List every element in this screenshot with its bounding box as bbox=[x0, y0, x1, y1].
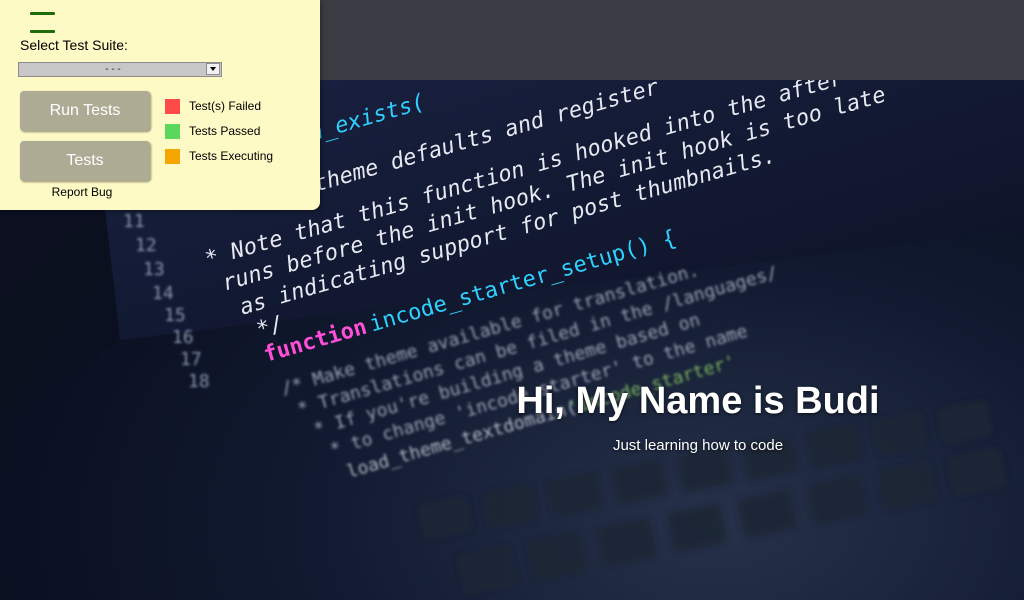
report-bug-link[interactable]: Report Bug bbox=[20, 185, 144, 199]
svg-text:17: 17 bbox=[180, 349, 202, 370]
page: 11 12 13 14 15 16 17 18 tion_exists( the… bbox=[0, 0, 1024, 600]
svg-text:18: 18 bbox=[188, 371, 210, 392]
svg-text:15: 15 bbox=[164, 305, 186, 326]
svg-text:14: 14 bbox=[152, 283, 174, 304]
legend-label-passed: Tests Passed bbox=[189, 124, 261, 138]
svg-text:11: 11 bbox=[123, 211, 145, 232]
tests-button[interactable]: Tests bbox=[20, 141, 150, 181]
legend-label-executing: Tests Executing bbox=[189, 149, 274, 163]
hero-title: Hi, My Name is Budi bbox=[516, 380, 880, 422]
hamburger-line bbox=[30, 30, 55, 33]
hero-text-block: Hi, My Name is Budi Just learning how to… bbox=[512, 380, 884, 454]
passed-swatch bbox=[165, 124, 180, 139]
test-suite-panel: Select Test Suite: - - - Run Tests Tests… bbox=[0, 0, 320, 210]
svg-text:13: 13 bbox=[143, 259, 165, 280]
legend-label-failed: Test(s) Failed bbox=[189, 99, 262, 113]
failed-swatch bbox=[165, 99, 180, 114]
svg-text:12: 12 bbox=[135, 235, 157, 256]
chevron-down-icon[interactable] bbox=[206, 63, 220, 75]
run-tests-button[interactable]: Run Tests bbox=[20, 91, 150, 131]
hero-subtitle: Just learning how to code bbox=[612, 437, 784, 454]
hamburger-menu-icon[interactable] bbox=[30, 12, 55, 34]
select-test-suite-label: Select Test Suite: bbox=[20, 37, 128, 53]
hamburger-line bbox=[30, 12, 55, 15]
test-suite-selected-value: - - - bbox=[105, 64, 121, 75]
test-suite-select[interactable]: - - - bbox=[18, 62, 222, 77]
executing-swatch bbox=[165, 149, 180, 164]
svg-text:16: 16 bbox=[172, 327, 194, 348]
